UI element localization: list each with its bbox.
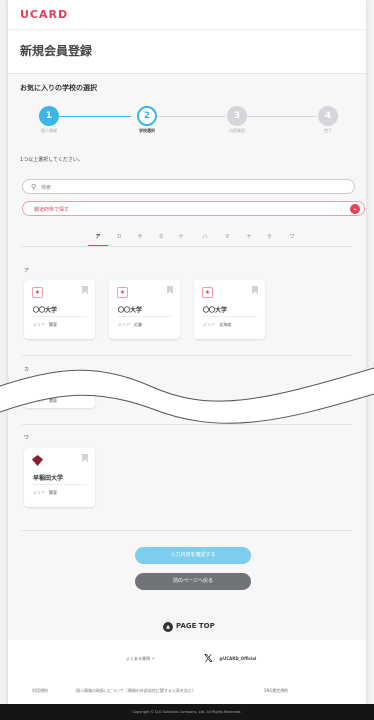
page-tear (0, 367, 374, 424)
kana-tab-ha[interactable]: ハ (200, 233, 210, 240)
confirm-button[interactable]: 入力内容を確認する (135, 547, 251, 564)
page-top-link[interactable]: ▲ PAGE TOP (163, 622, 215, 632)
card-divider (202, 316, 257, 317)
school-area: エリア関東 (33, 322, 57, 327)
copyright-bar: Copyright © D-K Solutions Company, Ltd. … (0, 704, 374, 720)
divider (22, 355, 352, 356)
step-connector (247, 116, 317, 117)
bookmark-icon[interactable] (82, 286, 88, 294)
bookmark-icon[interactable] (82, 454, 88, 462)
card-divider (117, 316, 172, 317)
faq-link[interactable]: よくある質問 ↗ (126, 656, 155, 662)
step-connector (157, 116, 226, 117)
back-button[interactable]: 前のページへ戻る (135, 573, 251, 590)
school-area: エリア 北海道 (203, 322, 231, 327)
school-card[interactable]: ★ 〇〇大学 エリア 北海道 (194, 280, 265, 339)
step-connector (59, 116, 131, 117)
kana-tab-sa[interactable]: サ (135, 233, 145, 240)
kana-tab-a[interactable]: ア (93, 233, 103, 240)
step-1-label: 個人情報 (41, 128, 57, 133)
kana-tab-na[interactable]: ナ (176, 233, 186, 240)
kana-tab-ta[interactable]: タ (156, 233, 166, 240)
kana-tab-ma[interactable]: マ (222, 233, 232, 240)
sns-terms-link[interactable]: SNS運営規約 (264, 688, 288, 694)
step-3-circle: 3 (227, 106, 247, 126)
bookmark-icon[interactable] (167, 286, 173, 294)
prefecture-select-value: 都道府県で探す (34, 207, 70, 213)
x-logo-icon[interactable]: 𝕏 (204, 652, 213, 665)
kana-tab-ka[interactable]: カ (114, 233, 124, 240)
school-card[interactable]: ★ 〇〇大学 エリア 関東 (24, 280, 95, 339)
school-name: 〇〇大学 (203, 307, 228, 314)
kana-tab-wa[interactable]: ワ (287, 233, 297, 240)
school-emblem-icon: ★ (32, 287, 43, 298)
school-area: エリア関東 (33, 490, 57, 495)
card-divider (32, 316, 87, 317)
ucard-logo[interactable]: UCARD (20, 8, 68, 21)
site-header: UCARD (8, 0, 366, 30)
page-title-bar: 新規会員登録 (8, 30, 366, 74)
x-handle-link[interactable]: @UCARD_Official (219, 656, 256, 661)
divider (22, 246, 352, 247)
terms-link[interactable]: 利用規約 (32, 688, 48, 694)
school-name: 早稲田大学 (33, 475, 64, 482)
school-card[interactable]: 早稲田大学 エリア 関東 (24, 448, 95, 507)
divider (22, 530, 352, 531)
privacy-link[interactable]: 個人情報の取扱いについて（情報の外部送信に関する公表を含む） (76, 688, 196, 694)
instruction-text: 1つ以上選択してください。 (20, 157, 83, 163)
school-name: 〇〇大学 (33, 307, 58, 314)
step-4-circle: 4 (318, 106, 338, 126)
bookmark-icon[interactable] (252, 286, 258, 294)
search-icon: ⚲ (31, 183, 37, 191)
school-emblem-icon: ★ (117, 287, 128, 298)
step-3-label: 内容確認 (229, 128, 245, 133)
step-2-label: 学校選択 (139, 128, 155, 133)
group-label-a: ア (24, 268, 30, 274)
school-card[interactable]: ★ 〇〇大学 エリア 近畿 (109, 280, 180, 339)
waseda-emblem-icon (32, 455, 43, 466)
school-area: エリア 近畿 (118, 322, 142, 327)
chevron-down-icon: ⌄ (350, 204, 360, 214)
step-1-circle: 1 (39, 106, 59, 126)
kana-tab-ya[interactable]: ヤ (244, 233, 254, 240)
section-title: お気に入りの学校の選択 (20, 84, 97, 92)
school-name: 〇〇大学 (118, 307, 143, 314)
school-emblem-icon: ★ (202, 287, 213, 298)
step-4-label: 完了 (324, 128, 332, 133)
arrow-up-icon: ▲ (163, 622, 173, 632)
kana-tab-ra[interactable]: ラ (264, 233, 274, 240)
group-label-wa: ワ (24, 435, 30, 441)
search-placeholder: 検索 (41, 185, 52, 191)
page-title: 新規会員登録 (20, 44, 93, 58)
search-input[interactable]: ⚲ 検索 (22, 179, 355, 194)
step-2-circle: 2 (137, 106, 157, 126)
prefecture-select[interactable]: 都道府県で探す ⌄ (22, 201, 365, 216)
card-divider (32, 484, 87, 485)
